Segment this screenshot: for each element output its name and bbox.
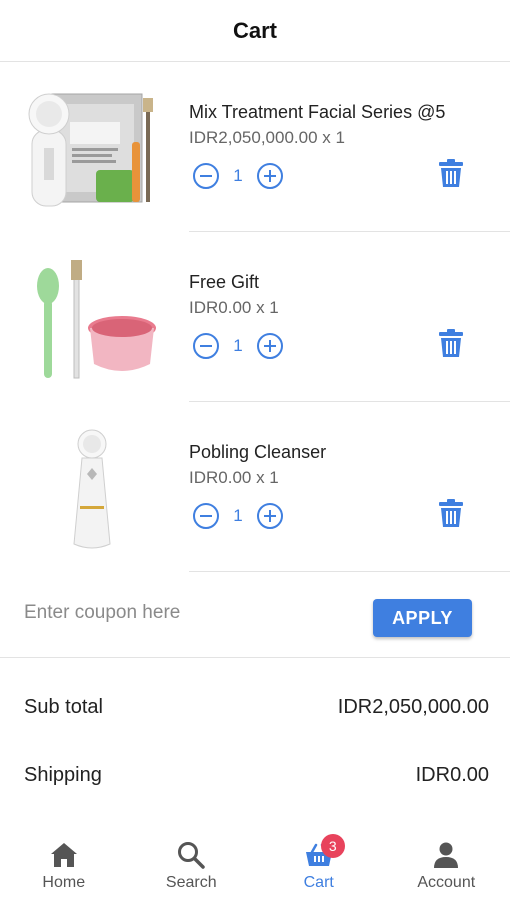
page-title: Cart	[232, 17, 277, 43]
product-image-facial-series	[28, 93, 153, 207]
coupon-input[interactable]	[24, 596, 344, 630]
quantity-value: 1	[233, 336, 243, 355]
quantity-stepper: 1	[193, 332, 283, 360]
account-icon	[434, 842, 459, 868]
nav-label-search: Search	[165, 874, 217, 891]
quantity-stepper: 1	[193, 162, 283, 190]
nav-label-account: Account	[417, 874, 476, 891]
nav-label-home: Home	[42, 874, 86, 891]
apply-button[interactable]: APPLY	[373, 599, 472, 637]
product-price: IDR2,050,000.00 x 1	[189, 128, 345, 147]
cart-icon-wrapper: 3	[304, 834, 345, 870]
product-image-pobling-cleanser	[73, 429, 111, 549]
app-header: Cart	[0, 0, 510, 62]
minus-circle-icon[interactable]	[193, 333, 219, 359]
subtotal-label: Sub total	[24, 696, 103, 718]
bottom-navigation: Home Search 3 Cart Account	[0, 832, 510, 900]
subtotal-value: IDR2,050,000.00	[337, 696, 489, 718]
home-icon	[50, 843, 77, 867]
plus-circle-icon[interactable]	[257, 503, 283, 529]
quantity-stepper: 1	[193, 502, 283, 530]
nav-label-cart: Cart	[303, 874, 334, 891]
product-image-free-gift	[37, 260, 156, 379]
nav-account[interactable]: Account	[383, 832, 510, 900]
shipping-value: IDR0.00	[415, 764, 489, 786]
plus-circle-icon[interactable]	[257, 333, 283, 359]
quantity-value: 1	[233, 166, 243, 185]
trash-icon[interactable]	[438, 498, 464, 528]
quantity-value: 1	[233, 506, 243, 525]
minus-circle-icon[interactable]	[193, 503, 219, 529]
cart-item: Free Gift IDR0.00 x 1 1	[0, 232, 510, 402]
cart-count-badge: 3	[320, 834, 345, 858]
product-price: IDR0.00 x 1	[189, 298, 279, 317]
search-icon	[178, 842, 205, 869]
product-name[interactable]: Mix Treatment Facial Series @5	[189, 102, 466, 123]
cart-item: Mix Treatment Facial Series @5 IDR2,050,…	[0, 62, 510, 232]
shipping-row: Shipping IDR0.00	[24, 764, 489, 787]
product-name[interactable]: Free Gift	[189, 272, 466, 293]
shipping-label: Shipping	[24, 764, 102, 786]
coupon-section: APPLY	[0, 570, 510, 658]
trash-icon[interactable]	[438, 328, 464, 358]
trash-icon[interactable]	[438, 158, 464, 188]
nav-cart[interactable]: 3 Cart	[255, 832, 383, 900]
cart-item: Pobling Cleanser IDR0.00 x 1 1	[0, 402, 510, 572]
minus-circle-icon[interactable]	[193, 163, 219, 189]
plus-circle-icon[interactable]	[257, 163, 283, 189]
product-price: IDR0.00 x 1	[189, 468, 279, 487]
nav-home[interactable]: Home	[0, 832, 128, 900]
product-name[interactable]: Pobling Cleanser	[189, 442, 466, 463]
subtotal-row: Sub total IDR2,050,000.00	[24, 696, 489, 719]
nav-search[interactable]: Search	[128, 832, 256, 900]
